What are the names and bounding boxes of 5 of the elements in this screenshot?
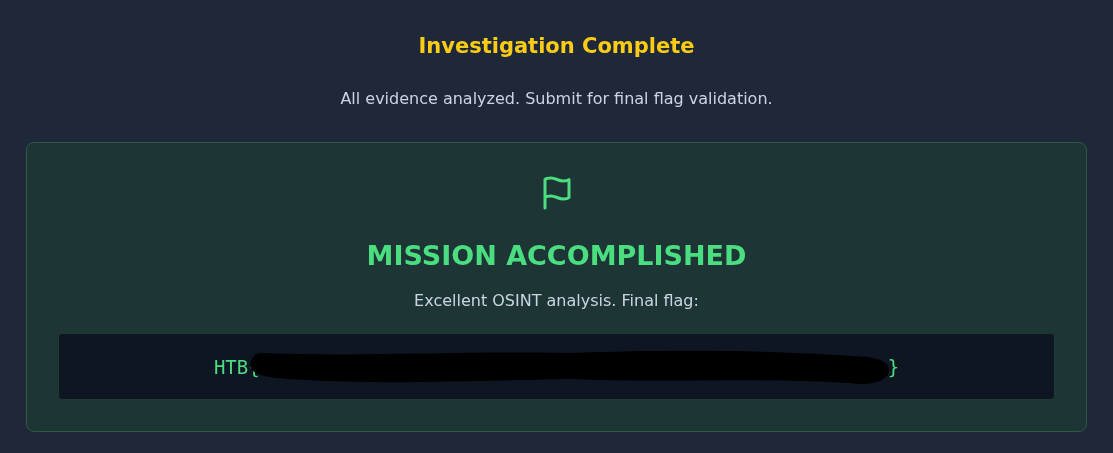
flag-suffix: } — [887, 355, 900, 378]
result-message: Excellent OSINT analysis. Final flag: — [414, 290, 699, 312]
result-heading: MISSION ACCOMPLISHED — [366, 239, 747, 273]
page-title: Investigation Complete — [418, 33, 695, 60]
page-subtitle: All evidence analyzed. Submit for final flag validation. — [340, 88, 773, 110]
